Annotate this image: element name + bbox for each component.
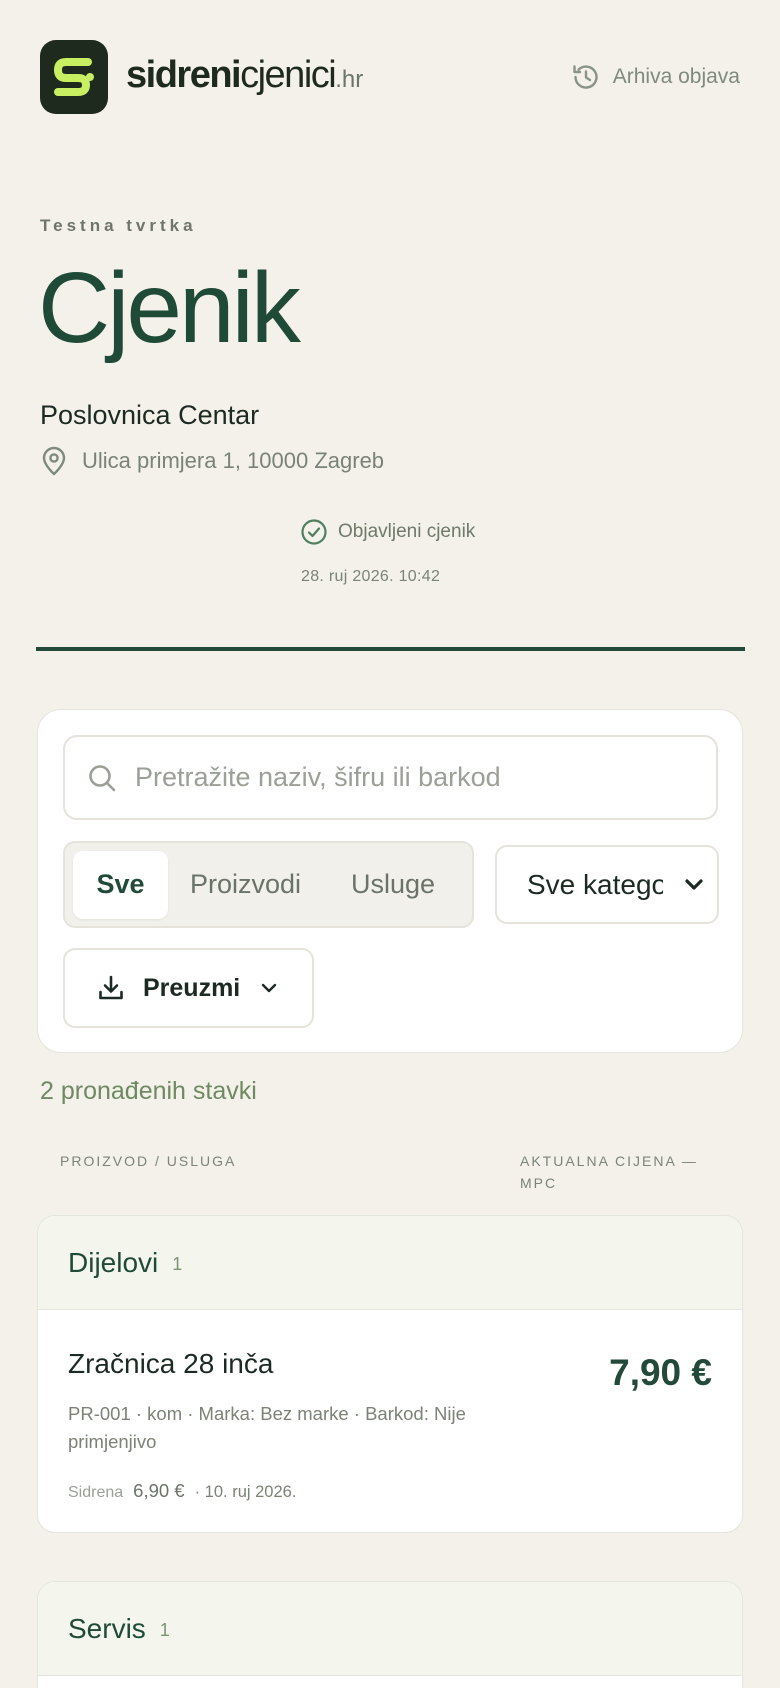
item-meta: PR-001 · kom · Marka: Bez marke · Barkod… xyxy=(68,1403,466,1452)
divider xyxy=(36,647,745,651)
download-button[interactable]: Preuzmi xyxy=(63,948,314,1028)
type-segmented-control: Sve Proizvodi Usluge xyxy=(63,841,474,928)
anchor-label: Sidrena xyxy=(68,1484,124,1501)
anchor-date: · 10. ruj 2026. xyxy=(194,1483,297,1501)
segment-products[interactable]: Proizvodi xyxy=(168,851,323,919)
group-header[interactable]: Dijelovi 1 xyxy=(38,1216,742,1310)
item-price: 7,90 € xyxy=(609,1352,712,1393)
segment-services[interactable]: Usluge xyxy=(323,851,463,919)
download-icon xyxy=(99,975,123,1000)
group-card: Dijelovi 1 Zračnica 28 inča PR-001 · kom… xyxy=(37,1215,743,1533)
check-circle-icon xyxy=(301,519,327,545)
company-name: Testna tvrtka xyxy=(40,216,197,235)
brand-bold: sidreni xyxy=(126,54,242,96)
logo-s-icon xyxy=(54,58,94,96)
published-date: 28. ruj 2026. 10:42 xyxy=(301,568,441,585)
address: Ulica primjera 1, 10000 Zagreb xyxy=(40,446,384,476)
chevron-down-icon xyxy=(262,983,277,993)
search-input[interactable] xyxy=(135,762,695,793)
header: sidrenicjenici.hr Arhiva objava xyxy=(40,40,740,114)
map-pin-icon xyxy=(42,446,66,476)
results-count: 2 pronađenih stavki xyxy=(40,1077,257,1105)
group-card: Servis 1 xyxy=(37,1581,743,1688)
category-select-value: Sve kategorije xyxy=(527,868,663,900)
archive-label: Arhiva objava xyxy=(612,65,740,88)
segment-all[interactable]: Sve xyxy=(73,850,168,919)
address-text: Ulica primjera 1, 10000 Zagreb xyxy=(82,448,385,473)
logo[interactable] xyxy=(40,40,108,114)
brand-regular: cjenici xyxy=(240,54,337,96)
column-header-product: PROIZVOD / USLUGA xyxy=(60,1153,237,1169)
chevron-down-icon xyxy=(685,879,703,890)
column-header-price: AKTUALNA CIJENA — MPC xyxy=(520,1153,698,1191)
history-icon xyxy=(573,65,598,89)
page-title: Cjenik xyxy=(38,252,301,364)
group-name: Dijelovi xyxy=(68,1246,159,1278)
status-label: Objavljeni cjenik xyxy=(338,521,476,542)
group-header[interactable]: Servis 1 xyxy=(38,1582,742,1676)
archive-link[interactable]: Arhiva objava xyxy=(571,62,740,92)
filter-panel: Sve Proizvodi Usluge Sve kategorije Preu… xyxy=(37,709,743,1053)
brand-name[interactable]: sidrenicjenici.hr xyxy=(126,54,363,97)
brand-tld: .hr xyxy=(335,66,364,93)
group-count: 1 xyxy=(159,1620,170,1640)
anchor-price-row: Sidrena 6,90 € · 10. ruj 2026. xyxy=(68,1480,296,1502)
search-box[interactable] xyxy=(63,735,718,820)
group-name: Servis xyxy=(68,1612,146,1644)
list-item[interactable]: Zračnica 28 inča PR-001 · kom · Marka: B… xyxy=(38,1310,742,1532)
download-label: Preuzmi xyxy=(143,973,241,1002)
anchor-price: 6,90 € xyxy=(133,1480,185,1501)
branch-name: Poslovnica Centar xyxy=(40,400,260,430)
group-count: 1 xyxy=(172,1254,183,1274)
status-badge: Objavljeni cjenik xyxy=(300,518,475,546)
category-select[interactable]: Sve kategorije xyxy=(495,845,719,924)
item-name: Zračnica 28 inča xyxy=(68,1348,274,1379)
search-icon xyxy=(89,764,116,791)
